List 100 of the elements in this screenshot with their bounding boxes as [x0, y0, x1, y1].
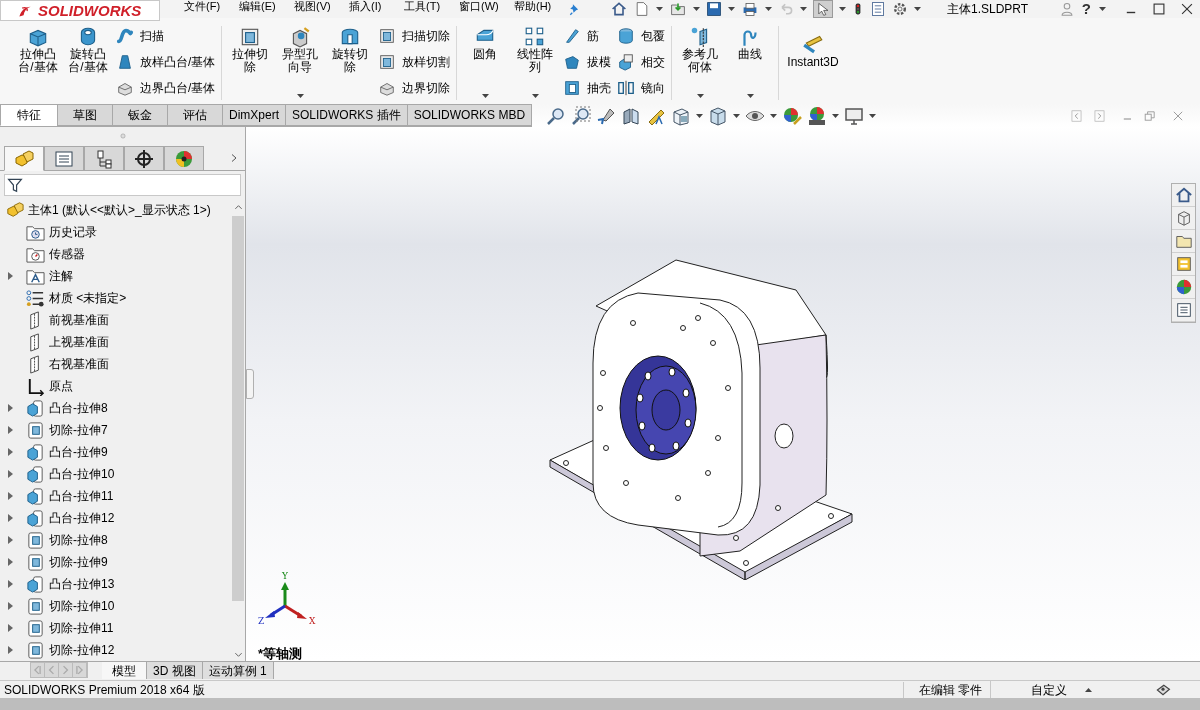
expand-arrow-icon[interactable] [8, 580, 13, 588]
list-icon[interactable] [870, 1, 886, 17]
caret-icon[interactable] [296, 94, 304, 98]
caret-icon[interactable] [765, 7, 772, 11]
open-folder-icon[interactable] [669, 1, 687, 17]
scroll-down-icon[interactable] [233, 650, 243, 659]
ribbon-tab[interactable]: DimXpert [222, 104, 286, 126]
tree-item[interactable]: 凸台-拉伸9 [49, 443, 108, 461]
settings-icon[interactable] [892, 1, 908, 17]
ribbon-button[interactable]: 扫描 [116, 26, 216, 46]
tree-item[interactable]: 切除-拉伸12 [49, 641, 115, 659]
caret-icon[interactable] [733, 113, 741, 118]
menu-item[interactable]: 工具(T) [404, 0, 459, 13]
zoom-area-icon[interactable] [571, 105, 592, 126]
monitor-icon[interactable] [844, 105, 865, 126]
tree-item[interactable]: 切除-拉伸7 [49, 421, 108, 439]
ribbon-button[interactable]: 边界切除 [378, 78, 451, 98]
expand-arrow-icon[interactable] [8, 536, 13, 544]
panel-collapse-handle[interactable] [246, 369, 254, 399]
expand-arrow-icon[interactable] [8, 558, 13, 566]
ribbon-button[interactable]: 筋 [563, 26, 612, 46]
close-icon[interactable] [1180, 2, 1194, 16]
display-style-icon[interactable] [708, 105, 729, 126]
units-button[interactable]: 自定义 [1031, 680, 1092, 699]
graphics-area[interactable]: Y Z X *等轴测 [246, 127, 1200, 661]
model-tab[interactable]: 3D 视图 [147, 662, 203, 679]
caret-icon[interactable] [531, 94, 539, 98]
drag-handle-icon[interactable] [119, 133, 126, 139]
ribbon-button[interactable]: 旋转切除 [328, 26, 373, 100]
expand-arrow-icon[interactable] [8, 492, 13, 500]
expand-arrow-icon[interactable] [8, 404, 13, 412]
caret-icon[interactable] [800, 7, 807, 11]
caret-icon[interactable] [1099, 7, 1106, 11]
expand-arrow-icon[interactable] [8, 514, 13, 522]
tree-item[interactable]: 历史记录 [49, 223, 97, 241]
caret-icon[interactable] [481, 94, 489, 98]
filter-field[interactable] [4, 174, 241, 196]
ribbon-button[interactable]: 放样凸台/基体 [116, 52, 216, 72]
tree-item[interactable]: 右视基准面 [49, 355, 109, 373]
caret-icon[interactable] [839, 7, 846, 11]
caret-icon[interactable] [696, 113, 704, 118]
printer-icon[interactable] [741, 1, 759, 17]
tree-item[interactable]: 凸台-拉伸10 [49, 465, 115, 483]
chevron-right-icon[interactable] [229, 151, 239, 165]
caret-icon[interactable] [746, 94, 754, 98]
ribbon-button[interactable]: 参考几何体 [678, 26, 723, 100]
select-button[interactable] [813, 0, 833, 18]
ribbon-button[interactable]: Instant3D [785, 26, 841, 100]
caret-icon[interactable] [869, 113, 877, 118]
caret-icon[interactable] [728, 7, 735, 11]
ribbon-tab[interactable]: 钣金 [112, 104, 168, 126]
scroll-up-icon[interactable] [233, 203, 243, 212]
expand-arrow-icon[interactable] [8, 624, 13, 632]
model-tab[interactable]: 模型 [102, 662, 147, 679]
caret-icon[interactable] [832, 113, 840, 118]
maximize-icon[interactable] [1152, 2, 1166, 16]
tree-item[interactable]: 传感器 [49, 245, 85, 263]
ribbon-button[interactable]: 拉伸凸台/基体 [16, 26, 60, 100]
ribbon-button[interactable]: 包覆 [617, 26, 666, 46]
expand-arrow-icon[interactable] [8, 602, 13, 610]
tree-item[interactable]: 切除-拉伸8 [49, 531, 108, 549]
caret-icon[interactable] [770, 113, 778, 118]
ribbon-button[interactable]: 放样切割 [378, 52, 451, 72]
ribbon-button[interactable]: 拉伸切除 [228, 26, 273, 100]
caret-icon[interactable] [696, 94, 704, 98]
ribbon-button[interactable]: 曲线 [728, 26, 773, 100]
ribbon-tab[interactable]: SOLIDWORKS 插件 [285, 104, 408, 126]
ribbon-button[interactable]: 线性阵列 [513, 26, 558, 100]
ribbon-button[interactable]: 扫描切除 [378, 26, 451, 46]
section-view-icon[interactable] [621, 105, 642, 126]
ribbon-button[interactable]: 抽壳 [563, 78, 612, 98]
tree-item[interactable]: 凸台-拉伸13 [49, 575, 115, 593]
tree-item[interactable]: 切除-拉伸11 [49, 619, 114, 637]
home-icon[interactable] [610, 1, 628, 17]
expand-arrow-icon[interactable] [8, 426, 13, 434]
caret-icon[interactable] [914, 7, 921, 11]
ribbon-button[interactable]: 旋转凸台/基体 [66, 26, 110, 100]
appearance-icon[interactable] [782, 105, 803, 126]
panel-tab[interactable] [84, 146, 124, 171]
menu-item[interactable]: 视图(V) [294, 0, 349, 13]
caret-icon[interactable] [1085, 687, 1092, 692]
ribbon-button[interactable]: 圆角 [463, 26, 508, 100]
zoom-to-fit-icon[interactable] [546, 105, 567, 126]
panel-tab[interactable] [124, 146, 164, 171]
tree-item[interactable]: 注解 [49, 267, 73, 285]
scene-icon[interactable] [807, 105, 828, 126]
tree-item[interactable]: 主体1 (默认<<默认>_显示状态 1>) [28, 201, 211, 219]
tree-item[interactable]: 原点 [49, 377, 73, 395]
tree-item[interactable]: 上视基准面 [49, 333, 109, 351]
ribbon-tab[interactable]: 草图 [57, 104, 113, 126]
cube-view-icon[interactable] [671, 105, 692, 126]
model-tab[interactable]: 运动算例 1 [202, 662, 274, 679]
menu-item[interactable]: 文件(F) [184, 0, 239, 13]
tree-item[interactable]: 凸台-拉伸8 [49, 399, 108, 417]
ribbon-button[interactable]: 异型孔向导 [278, 26, 323, 100]
menu-item[interactable]: 编辑(E) [239, 0, 294, 13]
tree-item[interactable]: 切除-拉伸10 [49, 597, 115, 615]
caret-icon[interactable] [693, 7, 700, 11]
ribbon-tab[interactable]: 评估 [167, 104, 223, 126]
ribbon-button[interactable]: 镜向 [617, 78, 666, 98]
